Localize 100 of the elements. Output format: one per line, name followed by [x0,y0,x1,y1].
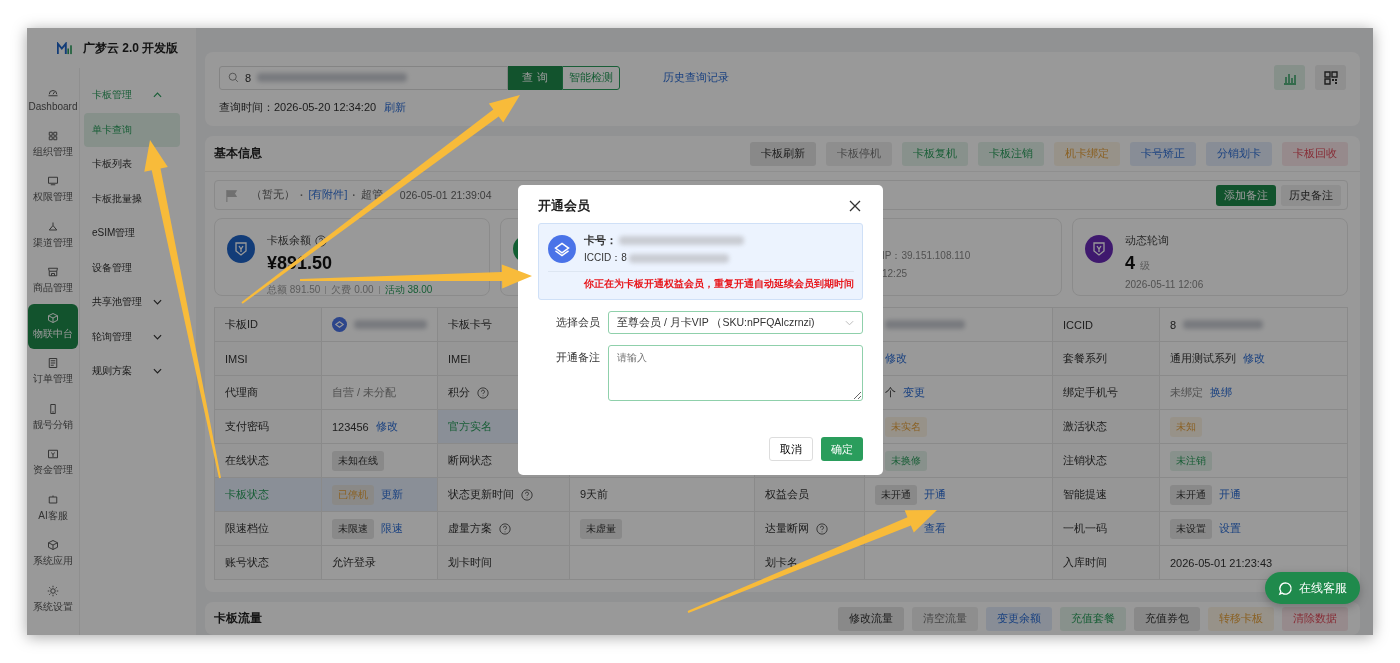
history-link[interactable]: 历史查询记录 [663,70,729,85]
member-select[interactable]: 至尊会员 / 月卡VIP （SKU:nPFQAlczrnzi) [608,311,863,334]
cell-label: 入库时间 [1063,555,1107,570]
menu-item[interactable]: 设备管理 [84,250,140,285]
app-title: 广梦云 2.0 开发版 [83,39,179,57]
cancel-button[interactable]: 取消 [769,437,813,461]
cell-label: 达量断网 [765,521,809,536]
card-number-label: 卡号： [584,233,617,248]
stat-line: 12:25 [882,268,909,279]
query-button[interactable]: 查 询 [508,65,562,90]
table-link[interactable]: 设置 [1219,521,1241,536]
table-link[interactable]: 修改 [375,419,398,434]
cell-text: 自营 / 未分配 [332,385,397,400]
chevron-icon [153,368,162,375]
logo-icon [57,41,73,55]
table-link[interactable]: 开通 [1219,487,1241,502]
help-icon [521,488,533,501]
menu-item[interactable]: 共享池管理 [84,285,170,320]
iccid-label: ICCID：8 [584,251,627,265]
cell-label: 卡板状态 [225,487,269,502]
cell-label: 在线状态 [225,453,269,468]
cell-label: 限速档位 [225,521,269,536]
rail-item[interactable]: 订单管理 [28,349,78,395]
rail-item[interactable]: 物联中台 [28,303,78,349]
submenu-item[interactable]: 单卡查询 [84,112,180,147]
close-icon [849,200,861,212]
rail-item[interactable]: 靓号分销 [28,394,78,440]
nav-icon [47,311,59,324]
cell-text: 2026-05-01 21:23:43 [1170,556,1273,569]
cell-text: 8 [1170,318,1177,331]
cell-label: IMSI [225,352,248,365]
rail-item[interactable]: 组织管理 [28,121,78,167]
cell-label: 积分 [448,385,470,400]
field-label: 开通备注 [555,350,600,365]
menu-item[interactable]: eSIM管理 [84,216,144,251]
nav-icon [47,539,59,552]
table-link[interactable]: 更新 [381,487,403,502]
qr-button[interactable] [1315,65,1346,90]
cell-text: 通用测试系列 [1170,351,1236,366]
note-text: （暂无） [251,188,295,202]
help-icon [477,386,489,399]
cell-label: IMEI [448,352,471,365]
nav-icon [47,584,59,597]
nav-icon [47,493,59,506]
carrier-icon [332,317,347,332]
search-field[interactable]: 8 [219,65,508,90]
flag-icon [225,188,238,202]
rail-item[interactable]: AI客服 [28,485,78,531]
submenu-item[interactable]: 卡板批量操 [84,181,146,216]
rail-item[interactable]: Dashboard [28,76,78,122]
close-button[interactable] [847,198,863,214]
chevron-icon [153,299,162,306]
nav-icon [47,175,59,188]
chevron-icon [845,319,854,326]
menu-item[interactable]: 规则方案 [84,354,170,389]
refresh-link[interactable]: 刷新 [384,100,407,115]
add-note-button[interactable]: 添加备注 [1216,184,1276,206]
nav-icon [47,357,59,370]
chat-icon [1278,580,1293,596]
confirm-button[interactable]: 确定 [821,437,863,461]
cell-label: 断网状态 [448,453,492,468]
cell-label: 权益会员 [765,487,809,502]
cell-label: 支付密码 [225,419,269,434]
cell-label: 官方实名 [448,419,492,434]
menu-item[interactable]: 轮询管理 [84,319,170,354]
menu-item[interactable]: 卡板管理 [84,78,170,113]
submenu-item[interactable]: 卡板列表 [84,147,136,182]
cell-label: 虚量方案 [448,521,492,536]
cell-label: 代理商 [225,385,258,400]
rail-item[interactable]: 权限管理 [28,167,78,213]
history-note-button[interactable]: 历史备注 [1281,184,1341,206]
table-link[interactable]: 变更 [903,385,925,400]
table-link[interactable]: 开通 [924,487,946,502]
table-link[interactable]: 限速 [381,521,403,536]
cell-label: 激活状态 [1063,419,1107,434]
rail-item[interactable]: 渠道管理 [28,212,78,258]
section-title: 基本信息 [214,145,262,162]
attachment-link[interactable]: [有附件] [308,188,348,202]
chat-button[interactable]: 在线客服 [1265,572,1360,604]
cell-label: 账号状态 [225,555,269,570]
cell-label: 一机一码 [1063,521,1107,536]
rail-item[interactable]: 系统应用 [28,531,78,577]
section-title: 卡板流量 [214,610,262,627]
table-link[interactable]: 查看 [924,521,946,536]
note-field[interactable]: 请输入 [608,345,863,401]
cell-label: 卡板卡号 [448,317,492,332]
cell-label: 智能提速 [1063,487,1107,502]
rail-item[interactable]: 商品管理 [28,258,78,304]
nav-icon [47,448,59,461]
table-link[interactable]: 修改 [1243,351,1265,366]
separator-dot: · [352,189,356,201]
stat-detail: 活动 38.00 [384,283,433,297]
nav-icon [47,220,59,233]
table-link[interactable]: 修改 [885,351,907,366]
rail-item[interactable]: 系统设置 [28,576,78,622]
table-link[interactable]: 换绑 [1210,385,1232,400]
detect-button[interactable]: 智能检测 [562,65,620,90]
rail-item[interactable]: 资金管理 [28,440,78,486]
cell-label: 状态更新时间 [448,487,514,502]
chevron-icon [153,92,162,99]
